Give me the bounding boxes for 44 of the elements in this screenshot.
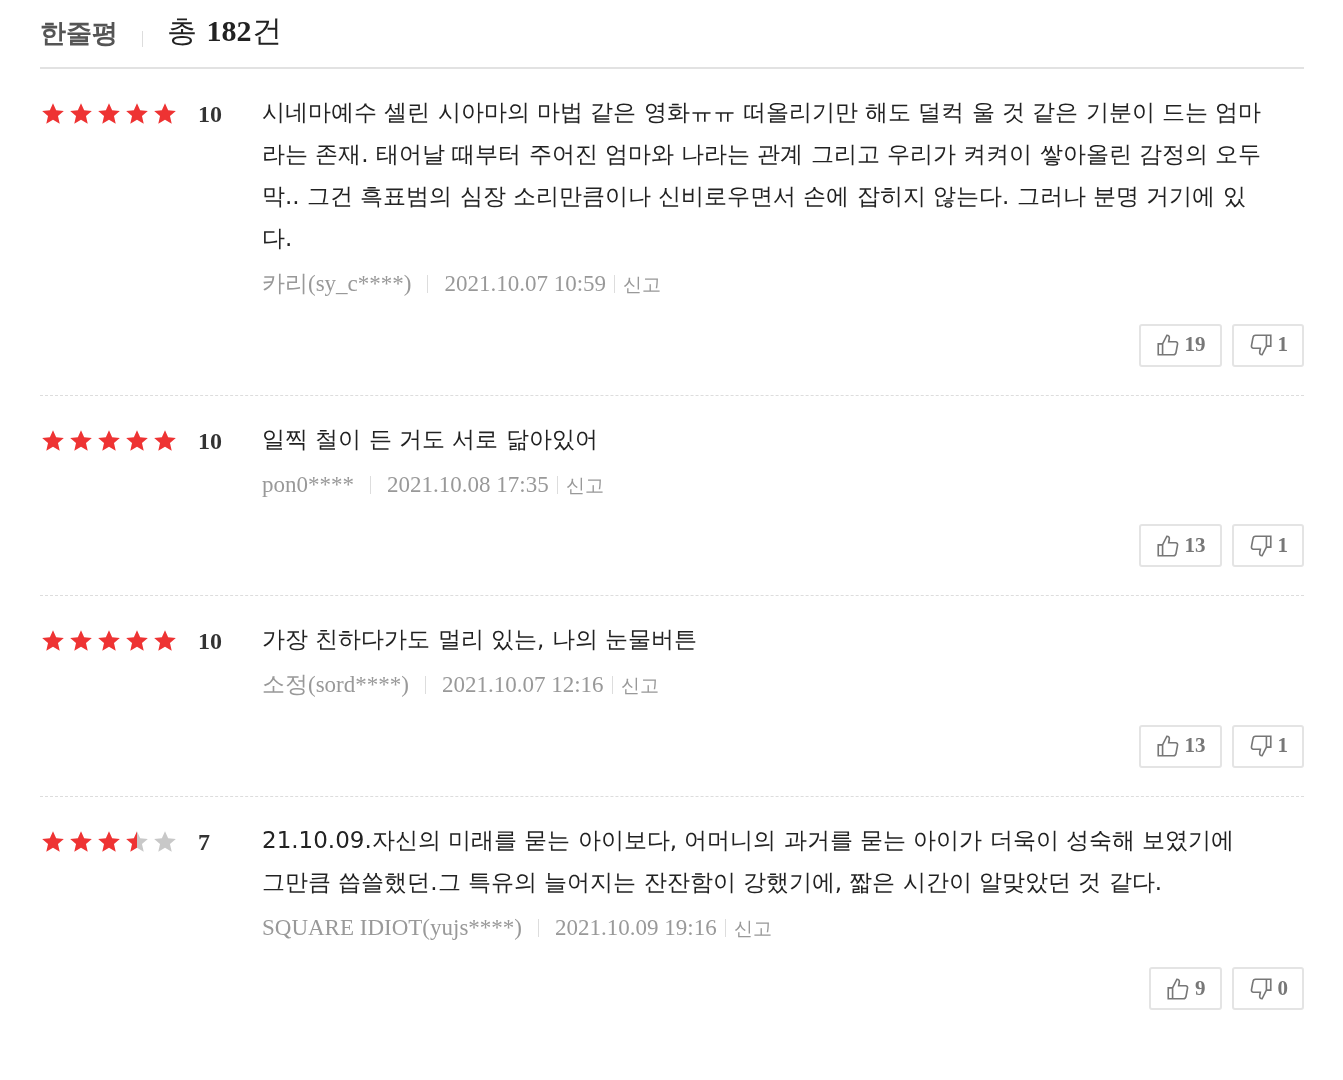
thumbs-up-icon xyxy=(1154,532,1181,559)
dislike-button[interactable]: 1 xyxy=(1231,524,1304,567)
review-author: 소정(sord****) xyxy=(262,671,409,699)
review-author: SQUARE IDIOT(yujs****) xyxy=(262,913,522,942)
report-link[interactable]: 신고 xyxy=(623,270,662,299)
star-icon xyxy=(96,628,122,654)
review-date: 2021.10.07 12:16 xyxy=(441,671,604,699)
report-link[interactable]: 신고 xyxy=(733,913,772,942)
review-author: pon0**** xyxy=(262,470,354,499)
like-button[interactable]: 13 xyxy=(1138,724,1222,768)
star-icon xyxy=(68,628,94,654)
review-date: 2021.10.09 19:16 xyxy=(555,913,717,942)
thumbs-up-icon xyxy=(1154,733,1181,759)
review-date: 2021.10.08 17:35 xyxy=(387,470,549,499)
star-icon xyxy=(96,101,122,127)
review-date: 2021.10.07 10:59 xyxy=(444,270,607,298)
star-icon xyxy=(124,628,150,654)
review-text: 시네마예수 셀린 시아마의 마법 같은 영화ㅠㅠ 떠올리기만 해도 덜컥 울 것 같은 기분이 드는 엄마라는 존재. 태어날 때부터 주어진 엄마와 나라는 관계 그리고 우리가 켜켜이 쌓아올린 감정의 오두막.. 그건 흑표범의 심장 소리만큼이나 신비로우면서 손에 잡히지 않는다. 그러나 분명 거기에 있다. xyxy=(262,98,1263,253)
rating-score: 10 xyxy=(198,628,222,654)
review-text: 가장 친하다가도 멀리 있는, 나의 눈물버튼 xyxy=(262,625,698,654)
dislike-button[interactable]: 0 xyxy=(1231,967,1304,1010)
review-author: 카리(sy_c****) xyxy=(262,270,412,298)
like-button[interactable]: 13 xyxy=(1138,524,1222,567)
dislike-button[interactable]: 1 xyxy=(1231,323,1304,367)
rating-score: 7 xyxy=(198,828,210,855)
section-title: 한줄평 xyxy=(40,17,118,50)
dislike-button[interactable]: 1 xyxy=(1231,724,1304,768)
report-link[interactable]: 신고 xyxy=(620,671,659,700)
star-icon xyxy=(68,101,94,127)
rating-score: 10 xyxy=(198,101,222,127)
review-text: 21.10.09.자신의 미래를 묻는 아이보다, 어머니의 과거를 묻는 아이가 더욱이 성숙해 보였기에 그만큼 씁쓸했던.그 특유의 늘어지는 잔잔함이 강했기에, 짧은 시간이 알맞았던 것 같다. xyxy=(262,825,1236,897)
star-icon xyxy=(152,628,178,654)
thumbs-up-icon xyxy=(1165,975,1191,1002)
star-icon xyxy=(40,101,66,127)
star-icon xyxy=(124,101,150,127)
star-icon xyxy=(40,628,66,654)
review-text: 일찍 철이 든 거도 서로 닮아있어 xyxy=(262,424,599,454)
total-count: 총 182건 xyxy=(167,12,282,50)
report-link[interactable]: 신고 xyxy=(565,470,604,499)
like-button[interactable]: 9 xyxy=(1149,967,1222,1010)
thumbs-up-icon xyxy=(1154,332,1181,358)
like-button[interactable]: 19 xyxy=(1138,323,1222,367)
star-icon xyxy=(152,101,178,127)
rating-score: 10 xyxy=(198,427,222,454)
